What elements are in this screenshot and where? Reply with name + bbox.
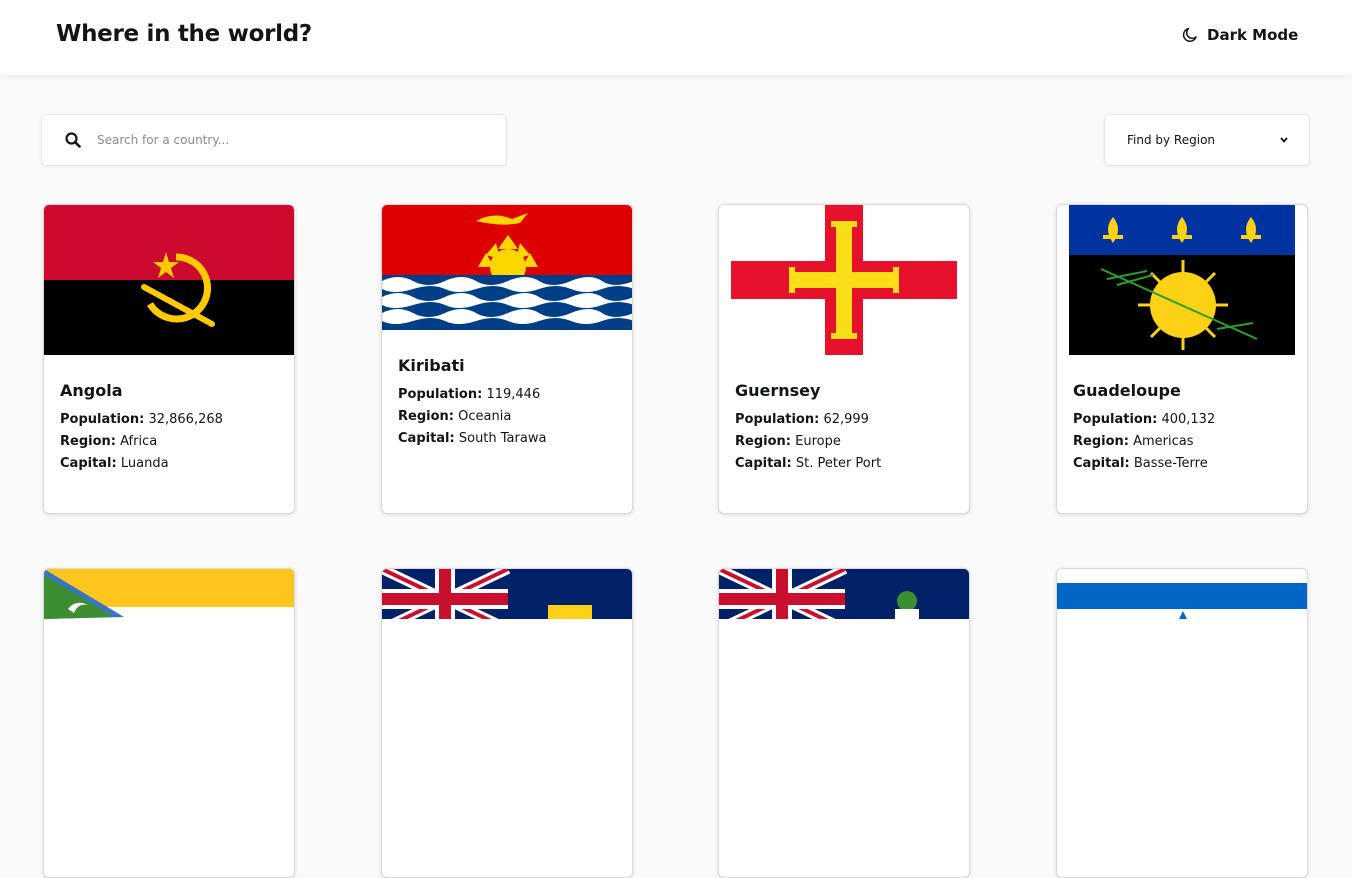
country-capital: Capital: South Tarawa [398, 431, 547, 446]
country-region: Region: Oceania [398, 409, 512, 424]
country-population: Population: 400,132 [1073, 412, 1216, 427]
flag-guadeloupe [1057, 205, 1307, 355]
country-name: Guernsey [735, 381, 821, 400]
flag-cayman-islands [719, 569, 969, 619]
country-population: Population: 62,999 [735, 412, 869, 427]
country-card-guernsey[interactable]: Guernsey Population: 62,999 Region: Euro… [718, 204, 970, 514]
country-name: Angola [60, 381, 123, 400]
country-capital: Capital: St. Peter Port [735, 456, 882, 471]
country-card-guadeloupe[interactable]: Guadeloupe Population: 400,132 Region: A… [1056, 204, 1308, 514]
region-filter-label: Find by Region [1127, 133, 1216, 147]
top-header: Where in the world? Dark Mode [0, 0, 1352, 75]
country-region: Region: Africa [60, 434, 158, 449]
region-filter-dropdown[interactable]: Find by Region [1104, 114, 1310, 166]
app-title: Where in the world? [56, 21, 312, 47]
dark-mode-label: Dark Mode [1207, 26, 1299, 44]
country-name: Guadeloupe [1073, 381, 1181, 400]
chevron-down-icon [1280, 137, 1288, 143]
country-card-kiribati[interactable]: Kiribati Population: 119,446 Region: Oce… [381, 204, 633, 514]
search-icon [65, 132, 81, 148]
country-card-angola[interactable]: Angola Population: 32,866,268 Region: Af… [43, 204, 295, 514]
search-input[interactable] [97, 115, 497, 165]
country-region: Region: Americas [1073, 434, 1194, 449]
country-capital: Capital: Basse-Terre [1073, 456, 1208, 471]
dark-mode-toggle[interactable]: Dark Mode [1181, 25, 1298, 45]
country-region: Region: Europe [735, 434, 841, 449]
flag-nicaragua [1057, 569, 1307, 619]
flag-turks-and-caicos [382, 569, 632, 619]
country-capital: Capital: Luanda [60, 456, 169, 471]
flag-angola [44, 205, 294, 355]
flag-guernsey [719, 205, 969, 355]
flag-kiribati [382, 205, 632, 330]
search-box [41, 114, 507, 166]
country-population: Population: 32,866,268 [60, 412, 223, 427]
country-name: Kiribati [398, 356, 465, 375]
country-population: Population: 119,446 [398, 387, 541, 402]
moon-icon [1182, 27, 1197, 42]
flag-comoros [44, 569, 294, 619]
